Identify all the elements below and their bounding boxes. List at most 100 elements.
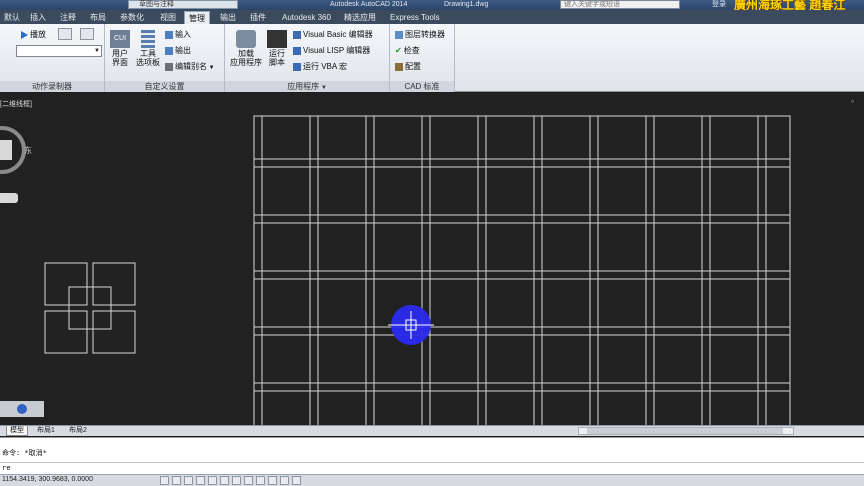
vba-icon <box>293 30 301 39</box>
tab-model[interactable]: 模型 <box>6 426 28 436</box>
tool-palettes-icon <box>141 30 155 48</box>
viewcube-compass-label: 东 <box>24 145 32 155</box>
panel-applications: 加载 应用程序 运行 脚本 Visual Basic 编辑器 Visual LI… <box>225 24 390 92</box>
drawing-grid <box>253 115 791 425</box>
tab-layout1[interactable]: 布局1 <box>34 426 58 436</box>
ribbon: 播放 ▼ 动作录制器 CUI 用户 界面 工具 选项板 输入 输出 编辑别名 ▼… <box>0 24 864 92</box>
play-label: 播放 <box>30 30 46 39</box>
gears-icon <box>236 30 256 48</box>
quick-properties-toggle[interactable] <box>280 476 289 485</box>
panel-title-applications-label: 应用程序 <box>287 82 320 91</box>
run-vba-macro-button[interactable]: 运行 VBA 宏 <box>293 62 347 72</box>
tab-featured-apps[interactable]: 精选应用 <box>340 11 380 24</box>
export-icon <box>165 46 173 55</box>
panel-title-applications[interactable]: 应用程序 ▼ <box>225 81 389 92</box>
configure-label: 配置 <box>405 62 421 71</box>
layer-translator-button[interactable]: 图层转换器 <box>395 30 445 40</box>
tab-annotate[interactable]: 注释 <box>56 11 80 24</box>
run-vba-label: 运行 VBA 宏 <box>303 62 348 71</box>
panel-title-action-recorder: 动作录制器 <box>0 81 104 92</box>
load-application-button[interactable]: 加载 应用程序 <box>227 30 265 67</box>
tab-insert[interactable]: 插入 <box>26 11 50 24</box>
macro-dropdown[interactable]: ▼ <box>16 45 102 57</box>
tab-view[interactable]: 视图 <box>156 11 180 24</box>
tab-autodesk-360[interactable]: Autodesk 360 <box>278 11 335 24</box>
panel-customization: CUI 用户 界面 工具 选项板 输入 输出 编辑别名 ▼ 自定义设置 <box>105 24 225 92</box>
tab-output[interactable]: 输出 <box>216 11 240 24</box>
tab-plugins[interactable]: 插件 <box>246 11 270 24</box>
workspace-switcher[interactable]: 草图与注释 <box>128 0 238 9</box>
checkmark-icon: ✔ <box>395 46 402 55</box>
search-input[interactable]: 键入关键字或短语 <box>560 0 680 9</box>
command-input-text: re <box>2 464 11 472</box>
snap-toggle[interactable] <box>160 476 169 485</box>
command-window: 命令: *取消* re <box>0 437 864 474</box>
play-button[interactable]: 播放 <box>20 30 46 40</box>
visual-lisp-editor-button[interactable]: Visual LISP 编辑器 <box>293 46 370 56</box>
polar-toggle[interactable] <box>196 476 205 485</box>
tab-layout[interactable]: 布局 <box>86 11 110 24</box>
command-input[interactable]: re <box>0 462 864 474</box>
chevron-down-icon: ▼ <box>207 65 215 71</box>
chevron-down-icon: ▼ <box>94 48 100 54</box>
otrack-toggle[interactable] <box>220 476 229 485</box>
title-bar: 草图与注释 Autodesk AutoCAD 2014 Drawing1.dwg… <box>0 0 864 10</box>
user-interface-label: 用户 界面 <box>112 49 128 67</box>
wcs-menu[interactable] <box>0 193 18 203</box>
drawing-canvas: 东 <box>0 115 791 425</box>
tab-default[interactable]: 默认 <box>0 11 24 24</box>
load-application-label: 加载 应用程序 <box>230 49 262 67</box>
record-button[interactable] <box>58 28 72 40</box>
file-name: Drawing1.dwg <box>444 1 489 8</box>
ducs-toggle[interactable] <box>232 476 241 485</box>
layer-translator-label: 图层转换器 <box>405 30 445 39</box>
viewcube[interactable] <box>0 140 12 160</box>
export-label: 输出 <box>175 46 191 55</box>
grid-toggle[interactable] <box>172 476 181 485</box>
scrollbar-thumb[interactable] <box>587 428 783 434</box>
layout-tab-bar: 模型 布局1 布局2 <box>0 425 864 436</box>
app-title: Autodesk AutoCAD 2014 <box>330 1 408 8</box>
transparency-toggle[interactable] <box>268 476 277 485</box>
check-button[interactable]: ✔ 检查 <box>395 46 420 56</box>
dyn-toggle[interactable] <box>244 476 253 485</box>
panel-cad-standards: 图层转换器 ✔ 检查 配置 CAD 标准 <box>390 24 455 92</box>
tab-layout2[interactable]: 布局2 <box>66 426 90 436</box>
help-icon[interactable] <box>17 404 27 414</box>
configure-button[interactable]: 配置 <box>395 62 421 72</box>
panel-title-cad-standards: CAD 标准 <box>390 81 454 92</box>
tool-palettes-button[interactable]: 工具 选项板 <box>134 30 162 67</box>
tab-express-tools[interactable]: Express Tools <box>386 11 444 24</box>
import-button[interactable]: 输入 <box>165 30 191 40</box>
cui-icon: CUI <box>110 30 130 48</box>
horizontal-scrollbar[interactable] <box>578 427 794 435</box>
panel-title-customization: 自定义设置 <box>105 81 224 92</box>
run-script-button[interactable]: 运行 脚本 <box>265 30 289 67</box>
ortho-toggle[interactable] <box>184 476 193 485</box>
lisp-icon <box>293 46 301 55</box>
edit-aliases-icon <box>165 62 173 71</box>
tab-manage[interactable]: 管理 <box>184 11 210 24</box>
drawing-area[interactable]: [二维线框] ▫ 东 <box>0 93 864 425</box>
selection-cycling-toggle[interactable] <box>292 476 301 485</box>
run-script-label: 运行 脚本 <box>269 49 285 67</box>
lineweight-toggle[interactable] <box>256 476 265 485</box>
login-button[interactable]: 登录 <box>712 0 726 10</box>
tool-palettes-label: 工具 选项板 <box>136 49 160 67</box>
edit-aliases-button[interactable]: 编辑别名 ▼ <box>165 62 215 73</box>
layer-translator-icon <box>395 30 403 39</box>
script-icon <box>267 30 287 48</box>
visual-basic-editor-button[interactable]: Visual Basic 编辑器 <box>293 30 373 40</box>
coordinates-readout: 1154.3419, 300.9683, 0.0000 <box>2 476 93 483</box>
play-icon <box>21 30 28 39</box>
lisp-editor-label: Visual LISP 编辑器 <box>303 46 371 55</box>
configure-icon <box>395 62 403 71</box>
vba-editor-label: Visual Basic 编辑器 <box>303 30 373 39</box>
osnap-toggle[interactable] <box>208 476 217 485</box>
chevron-down-icon: ▼ <box>319 85 327 91</box>
tab-parametric[interactable]: 参数化 <box>116 11 148 24</box>
stop-button[interactable] <box>80 28 94 40</box>
export-button[interactable]: 输出 <box>165 46 191 56</box>
user-interface-button[interactable]: CUI 用户 界面 <box>108 30 132 67</box>
watermark: 廣州海琢工藝 趙春江 <box>734 0 846 10</box>
